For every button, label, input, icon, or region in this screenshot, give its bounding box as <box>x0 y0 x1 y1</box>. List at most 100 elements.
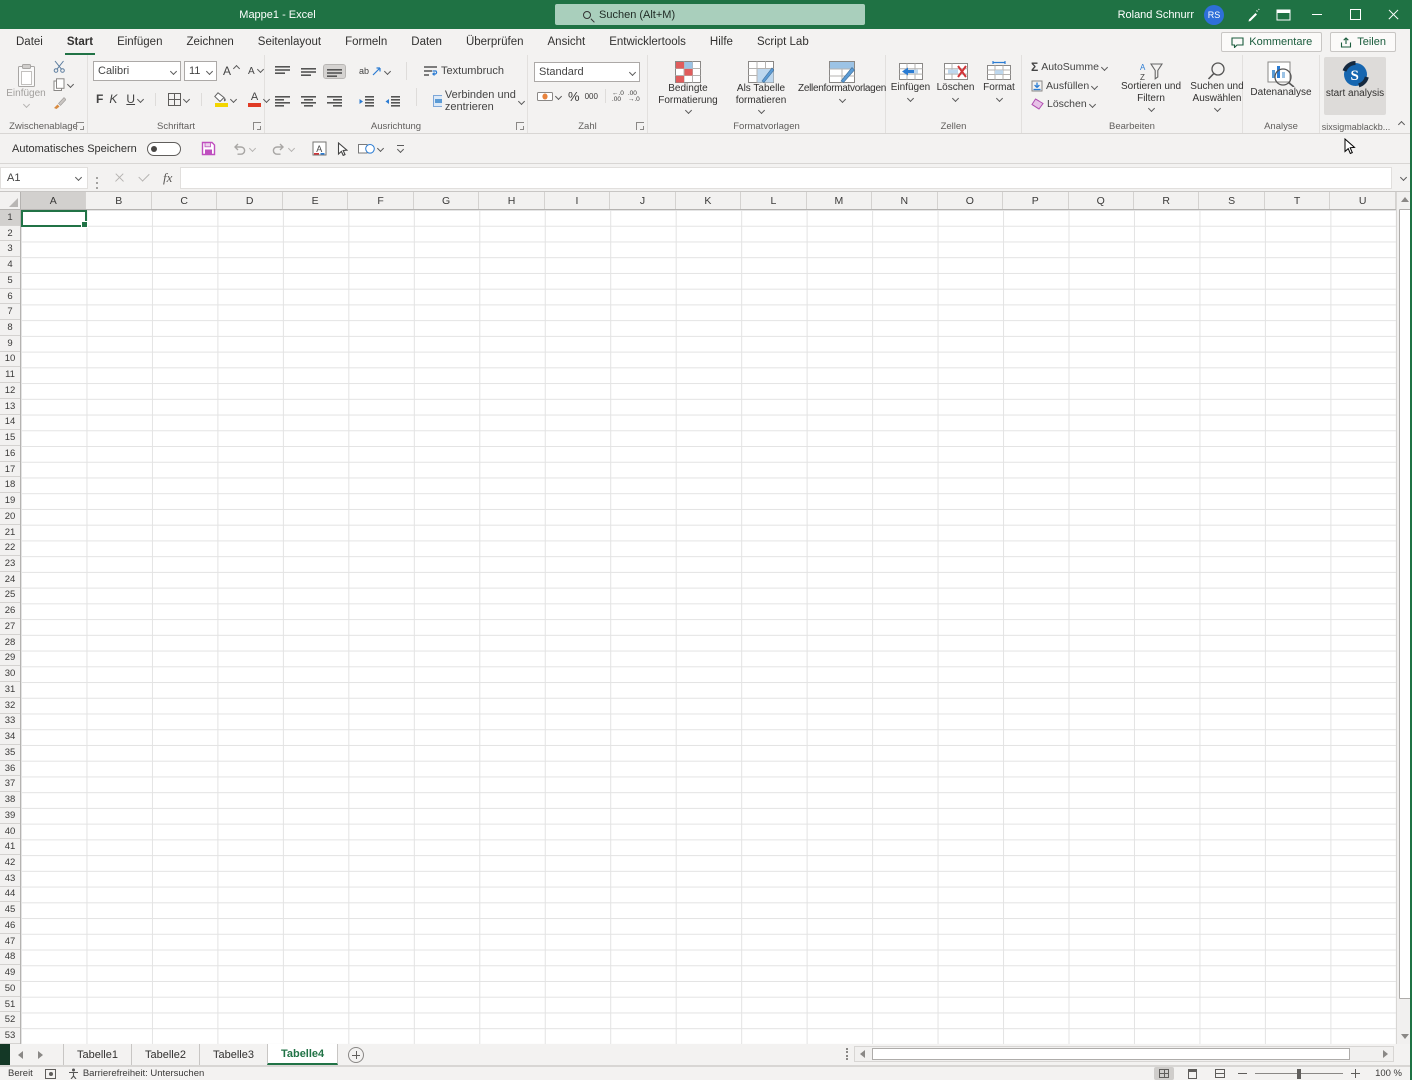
sheet-tab-tabelle3[interactable]: Tabelle3 <box>199 1044 268 1065</box>
zoom-in-button[interactable] <box>1351 1069 1360 1078</box>
select-all-button[interactable] <box>0 192 21 210</box>
row-header-23[interactable]: 23 <box>0 556 20 572</box>
grow-font-button[interactable]: A <box>220 63 242 79</box>
column-header-l[interactable]: L <box>741 192 806 209</box>
find-select-button[interactable]: Suchen und Auswählen <box>1184 57 1250 111</box>
row-header-2[interactable]: 2 <box>0 226 20 242</box>
row-header-42[interactable]: 42 <box>0 855 20 871</box>
column-header-c[interactable]: C <box>152 192 217 209</box>
accounting-format-button[interactable] <box>534 90 564 103</box>
comma-style-button[interactable]: 000 <box>584 91 599 102</box>
share-button[interactable]: Teilen <box>1330 32 1396 52</box>
close-button[interactable] <box>1374 0 1412 29</box>
select-objects-button[interactable] <box>337 142 348 156</box>
column-header-o[interactable]: O <box>938 192 1003 209</box>
enter-icon[interactable] <box>138 170 149 181</box>
row-header-3[interactable]: 3 <box>0 241 20 257</box>
scroll-left-button[interactable] <box>855 1050 870 1058</box>
insert-cells-button[interactable]: Einfügen <box>888 57 933 101</box>
row-header-31[interactable]: 31 <box>0 682 20 698</box>
row-header-33[interactable]: 33 <box>0 714 20 730</box>
underline-button[interactable]: U <box>123 91 146 107</box>
borders-button[interactable] <box>165 92 192 107</box>
tab-ansicht[interactable]: Ansicht <box>536 29 598 55</box>
column-header-r[interactable]: R <box>1134 192 1199 209</box>
align-middle-button[interactable] <box>298 65 319 78</box>
column-header-h[interactable]: H <box>479 192 544 209</box>
align-left-button[interactable] <box>272 95 293 108</box>
fill-button[interactable]: Ausfüllen <box>1028 79 1110 93</box>
format-as-table-button[interactable]: Als Tabelle formatieren <box>726 57 796 113</box>
selected-cell-a1[interactable] <box>21 210 87 227</box>
undo-button[interactable] <box>232 142 255 155</box>
row-header-21[interactable]: 21 <box>0 525 20 541</box>
align-center-button[interactable] <box>298 95 319 108</box>
tab-scroll-splitter[interactable] <box>846 1048 848 1060</box>
name-box[interactable]: A1 <box>0 167 88 189</box>
zoom-slider-handle[interactable] <box>1297 1069 1301 1079</box>
row-header-39[interactable]: 39 <box>0 808 20 824</box>
row-header-6[interactable]: 6 <box>0 289 20 305</box>
column-header-u[interactable]: U <box>1330 192 1395 209</box>
row-header-1[interactable]: 1 <box>0 210 20 226</box>
sheet-tab-tabelle1[interactable]: Tabelle1 <box>63 1044 132 1065</box>
row-header-5[interactable]: 5 <box>0 273 20 289</box>
row-header-51[interactable]: 51 <box>0 997 20 1013</box>
column-header-b[interactable]: B <box>86 192 151 209</box>
accessibility-status[interactable]: Barrierefreiheit: Untersuchen <box>68 1068 204 1079</box>
row-header-16[interactable]: 16 <box>0 446 20 462</box>
collapse-ribbon-icon[interactable] <box>1398 121 1405 128</box>
new-sheet-button[interactable] <box>348 1047 364 1063</box>
tab-seitenlayout[interactable]: Seitenlayout <box>246 29 333 55</box>
column-header-p[interactable]: P <box>1003 192 1068 209</box>
row-header-17[interactable]: 17 <box>0 462 20 478</box>
align-top-button[interactable] <box>272 65 293 78</box>
format-cells-button[interactable]: Format <box>978 57 1020 101</box>
column-header-g[interactable]: G <box>414 192 479 209</box>
row-header-41[interactable]: 41 <box>0 839 20 855</box>
tab-entwicklertools[interactable]: Entwicklertools <box>597 29 698 55</box>
scroll-right-button[interactable] <box>1378 1050 1393 1058</box>
row-header-46[interactable]: 46 <box>0 918 20 934</box>
row-header-52[interactable]: 52 <box>0 1012 20 1028</box>
align-bottom-button[interactable] <box>324 65 345 78</box>
wrap-text-button[interactable]: Textumbruch <box>420 64 507 78</box>
customize-qat-button[interactable] <box>397 145 404 152</box>
row-header-34[interactable]: 34 <box>0 729 20 745</box>
format-painter-button[interactable] <box>50 95 76 110</box>
row-header-14[interactable]: 14 <box>0 415 20 431</box>
data-analysis-button[interactable]: Datenanalyse <box>1246 57 1316 99</box>
cut-button[interactable] <box>50 59 76 74</box>
search-box[interactable]: Suchen (Alt+M) <box>555 4 865 25</box>
tab-überprüfen[interactable]: Überprüfen <box>454 29 536 55</box>
previous-sheet-button[interactable] <box>10 1044 30 1065</box>
column-header-f[interactable]: F <box>348 192 413 209</box>
italic-button[interactable]: K <box>109 92 117 106</box>
sheet-tab-tabelle4[interactable]: Tabelle4 <box>267 1044 338 1065</box>
row-header-26[interactable]: 26 <box>0 603 20 619</box>
row-header-47[interactable]: 47 <box>0 934 20 950</box>
row-header-25[interactable]: 25 <box>0 588 20 604</box>
column-header-d[interactable]: D <box>217 192 282 209</box>
column-header-a[interactable]: A <box>21 192 86 209</box>
row-header-15[interactable]: 15 <box>0 430 20 446</box>
orientation-button[interactable]: ab <box>356 65 393 77</box>
zoom-slider[interactable] <box>1255 1073 1343 1074</box>
decrease-decimal-button[interactable]: .00 →.0 <box>628 91 640 103</box>
row-header-18[interactable]: 18 <box>0 477 20 493</box>
tab-start[interactable]: Start <box>55 29 105 55</box>
clear-button[interactable]: Löschen <box>1028 97 1110 111</box>
number-format-select[interactable]: Standard <box>534 62 640 82</box>
column-header-t[interactable]: T <box>1265 192 1330 209</box>
tab-zeichnen[interactable]: Zeichnen <box>174 29 245 55</box>
autosum-button[interactable]: Σ AutoSumme <box>1028 59 1110 75</box>
inking-icon[interactable] <box>1238 0 1268 29</box>
row-header-35[interactable]: 35 <box>0 745 20 761</box>
row-header-10[interactable]: 10 <box>0 352 20 368</box>
row-header-22[interactable]: 22 <box>0 540 20 556</box>
normal-view-button[interactable] <box>1154 1067 1174 1080</box>
insert-function-button[interactable]: fx <box>163 170 172 186</box>
save-button[interactable] <box>201 141 216 156</box>
accessibility-checker-button[interactable]: A <box>312 141 327 156</box>
column-header-n[interactable]: N <box>872 192 937 209</box>
